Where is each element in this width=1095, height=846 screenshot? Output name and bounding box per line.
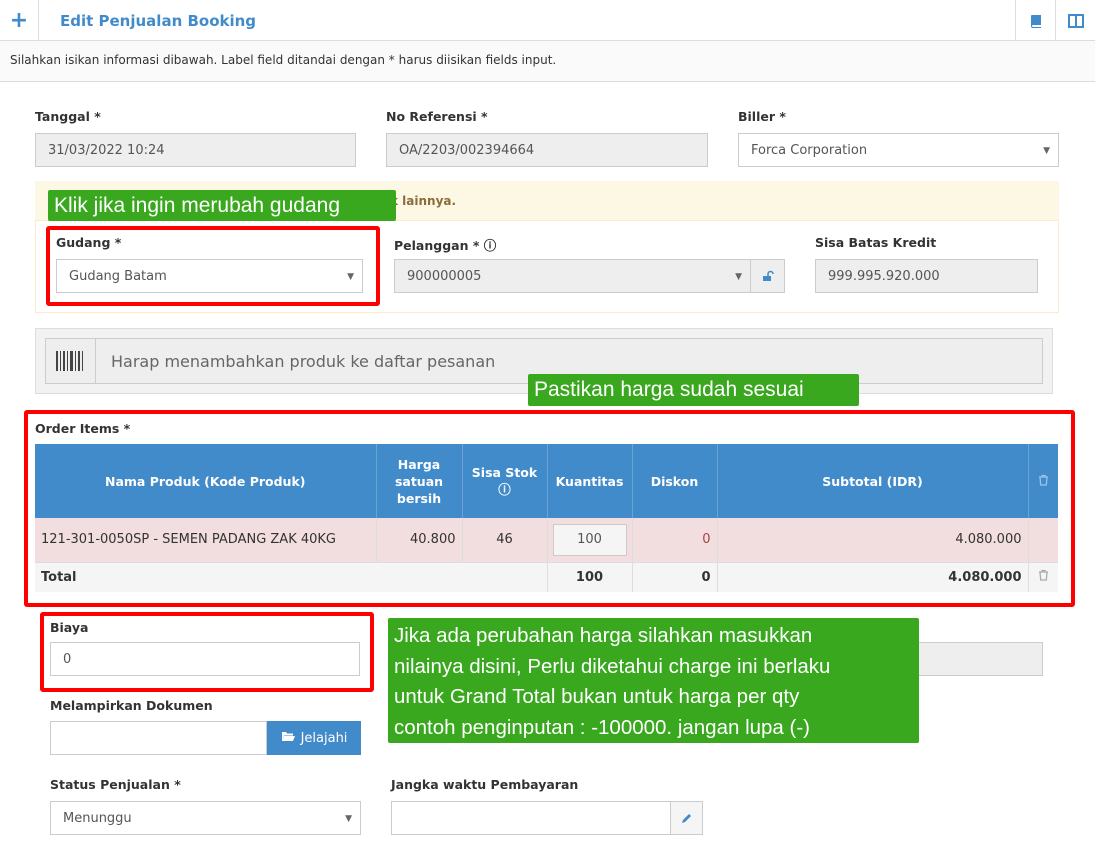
biller-label: Biller * <box>738 109 786 124</box>
no-referensi-label: No Referensi * <box>386 109 488 124</box>
no-referensi-value: OA/2203/002394664 <box>399 142 535 158</box>
barcode-icon <box>45 338 96 384</box>
no-referensi-input[interactable]: OA/2203/002394664 <box>386 133 708 167</box>
status-penjualan-select[interactable]: Menunggu ▼ <box>50 801 361 835</box>
pelanggan-label: Pelanggan * ⓘ <box>394 235 496 254</box>
jangka-waktu-label: Jangka waktu Pembayaran <box>391 777 579 792</box>
highlight-biaya <box>40 612 374 692</box>
folder-open-icon <box>281 731 295 746</box>
callout-biaya-line-2: nilainya disini, Perlu diketahui charge … <box>394 654 831 678</box>
info-icon[interactable]: ⓘ <box>484 238 497 253</box>
highlight-gudang <box>46 226 380 306</box>
callout-gudang: Klik jika ingin merubah gudang <box>48 190 396 221</box>
chevron-down-icon: ▼ <box>1043 146 1050 156</box>
callout-biaya-line-1: Jika ada perubahan harga silahkan masukk… <box>394 624 813 647</box>
chevron-down-icon: ▼ <box>735 272 742 282</box>
pelanggan-label-text: Pelanggan * <box>394 238 480 253</box>
highlight-order-items <box>24 410 1075 607</box>
page-title: Edit Penjualan Booking <box>60 12 257 30</box>
callout-biaya-line-3: untuk Grand Total bukan untuk harga per … <box>394 685 800 708</box>
book-icon[interactable] <box>1015 0 1055 41</box>
status-penjualan-label: Status Penjualan * <box>50 777 181 792</box>
browse-button-label: Jelajahi <box>300 730 348 746</box>
sisa-kredit-label: Sisa Batas Kredit <box>815 235 937 250</box>
pelanggan-select[interactable]: 900000005 ▼ <box>394 259 751 293</box>
hidden-field[interactable] <box>900 642 1043 676</box>
pencil-icon[interactable] <box>670 801 703 835</box>
instruction-text: Silahkan isikan informasi dibawah. Label… <box>10 53 557 67</box>
file-input[interactable] <box>50 721 267 755</box>
callout-harga: Pastikan harga sudah sesuai <box>528 374 859 406</box>
plus-icon[interactable]: + <box>0 0 39 41</box>
biller-select[interactable]: Forca Corporation ▼ <box>738 133 1059 167</box>
tanggal-value: 31/03/2022 10:24 <box>48 142 165 158</box>
status-penjualan-value: Menunggu <box>63 810 132 826</box>
tanggal-label: Tanggal * <box>35 109 101 124</box>
sisa-kredit-value: 999.995.920.000 <box>828 268 940 284</box>
columns-icon[interactable] <box>1055 0 1095 41</box>
unlock-icon[interactable] <box>750 259 785 293</box>
callout-biaya: Jika ada perubahan harga silahkan masukk… <box>388 618 919 743</box>
instruction-bar: Silahkan isikan informasi dibawah. Label… <box>0 41 1095 82</box>
warning-text: k lainnya. <box>390 194 457 208</box>
product-search-placeholder: Harap menambahkan produk ke daftar pesan… <box>111 352 496 371</box>
callout-biaya-line-4: contoh penginputan : -100000. jangan lup… <box>394 715 811 739</box>
jangka-waktu-input[interactable] <box>391 801 671 835</box>
pelanggan-value: 900000005 <box>407 268 482 284</box>
tanggal-input[interactable]: 31/03/2022 10:24 <box>35 133 356 167</box>
lampiran-label: Melampirkan Dokumen <box>50 698 213 713</box>
sisa-kredit-input[interactable]: 999.995.920.000 <box>815 259 1038 293</box>
browse-button[interactable]: Jelajahi <box>267 721 361 755</box>
biller-value: Forca Corporation <box>751 142 868 158</box>
chevron-down-icon: ▼ <box>345 814 352 824</box>
